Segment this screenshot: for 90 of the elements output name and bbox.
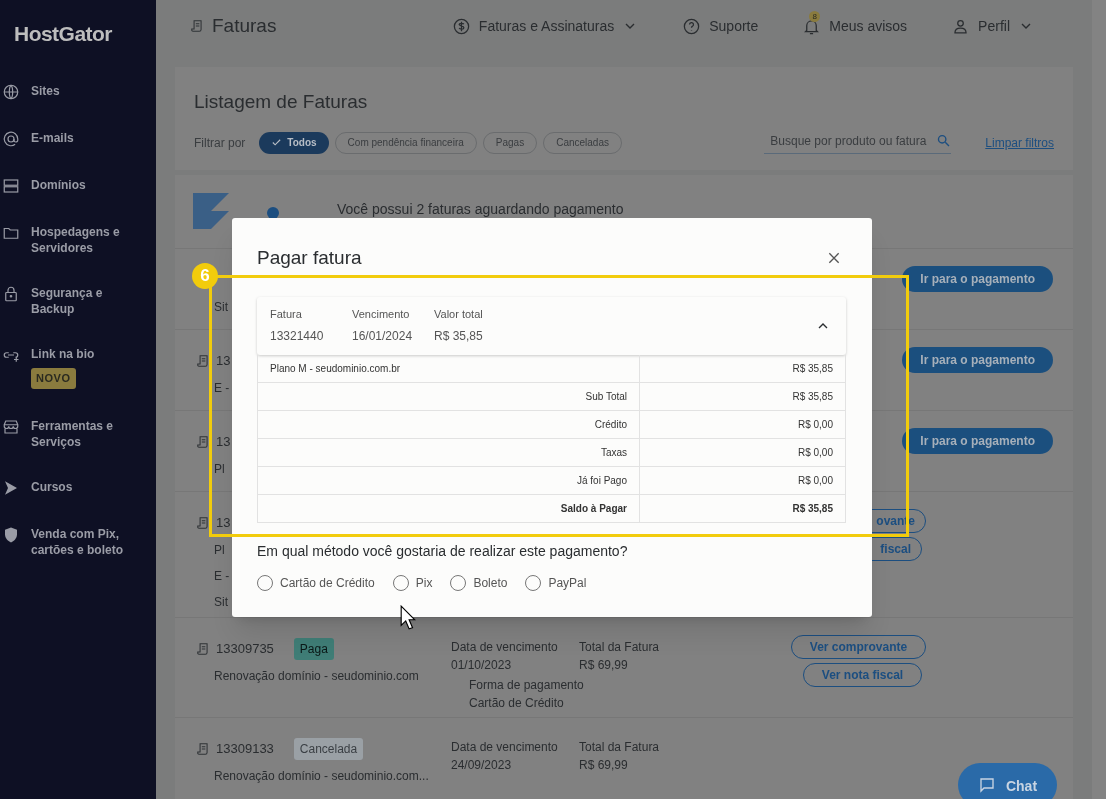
table-cell: Saldo à Pagar <box>258 494 640 522</box>
sidebar-item[interactable]: Segurança e Backup <box>31 285 139 317</box>
server-icon <box>2 177 20 195</box>
summary-label: Valor total <box>434 306 484 322</box>
receipt-icon <box>196 516 210 530</box>
new-badge: NOVO <box>31 368 76 389</box>
search-field[interactable]: Busque por produto ou fatura <box>764 131 952 154</box>
table-cell: Já foi Pago <box>258 466 640 494</box>
invoice-description: Pl <box>213 542 225 559</box>
table-cell-text: R$ 0,00 <box>796 445 834 460</box>
sidebar-item[interactable]: Ferramentas e Serviços <box>31 417 139 450</box>
help-icon <box>682 16 702 36</box>
sidebar-item[interactable]: Link na bio <box>31 346 139 362</box>
chat-icon <box>977 776 996 794</box>
notification-badge: 8 <box>809 10 821 22</box>
dialog-title: Pagar fatura <box>257 246 362 270</box>
table-cell: Crédito <box>258 410 640 438</box>
nav-item[interactable]: 8 Meus avisos <box>802 7 908 37</box>
invoice-summary[interactable]: Fatura 13321440 Vencimento 16/01/2024 Valor total R$ 35,85 <box>257 296 846 355</box>
total-label: Total da Fatura <box>579 639 661 655</box>
payment-button[interactable]: Ir para o pagamento <box>902 266 1053 292</box>
payment-method-option[interactable]: PayPal <box>525 573 587 592</box>
filter-chip[interactable]: Todos <box>259 131 329 154</box>
summary-label: Vencimento <box>352 306 411 322</box>
sidebar-item[interactable]: Cursos <box>31 478 139 495</box>
due-date: 24/09/2023 <box>451 757 513 773</box>
payment-button[interactable]: Ir para o pagamento <box>902 428 1053 454</box>
sidebar-item[interactable]: Domínios <box>31 177 139 193</box>
invoice-number: 13309735 <box>216 640 274 659</box>
total-label: Total da Fatura <box>579 739 661 755</box>
receipt-icon <box>190 19 204 33</box>
due-label: Data de vencimento <box>451 739 559 755</box>
table-cell-text: R$ 0,00 <box>796 417 834 432</box>
invoice-description: E - <box>213 380 230 397</box>
receipt-icon <box>196 354 210 368</box>
summary-label: Fatura <box>270 306 303 322</box>
table-cell-text: R$ 35,85 <box>791 501 834 516</box>
receipt-icon <box>196 435 210 449</box>
table-cell-text: R$ 35,85 <box>791 389 834 404</box>
dollar-icon <box>451 16 471 36</box>
payment-method: Cartão de Crédito <box>468 695 565 711</box>
table-cell-text: R$ 0,00 <box>796 473 834 488</box>
sidebar-item[interactable]: E-mails <box>31 130 139 146</box>
receipt-icon <box>196 642 210 656</box>
sidebar-item[interactable]: Sites <box>31 83 139 99</box>
logo-shape-icon <box>193 193 229 229</box>
status-badge: Cancelada <box>293 738 364 760</box>
invoice-number: 13 <box>216 433 231 452</box>
table-cell: Plano M - seudominio.com.br <box>258 354 640 382</box>
banner-text: Você possui 2 faturas aguardando pagamento <box>337 200 624 219</box>
table-cell: Sub Total <box>258 382 640 410</box>
summary-value: R$ 35,85 <box>434 328 484 346</box>
invoice-description: Sit <box>213 594 228 611</box>
filter-label: Filtrar por <box>194 134 246 152</box>
invoice-number: 13 <box>216 514 231 533</box>
logo[interactable]: HostGator <box>0 0 156 83</box>
payment-method-option[interactable]: Cartão de Crédito <box>257 573 375 592</box>
shield-icon <box>2 525 20 544</box>
page-title: Faturas <box>212 13 277 38</box>
lock-icon <box>2 285 20 303</box>
due-date: 01/10/2023 <box>451 657 513 673</box>
invoice-description: E - <box>213 568 230 585</box>
search-icon <box>936 133 952 148</box>
sidebar-item[interactable]: Venda com Pix, cartões e boleto <box>31 525 139 558</box>
invoice-description: Sit <box>213 299 228 316</box>
at-sign-icon <box>2 130 20 148</box>
receipt-icon <box>196 742 210 756</box>
summary-value: 16/01/2024 <box>352 328 414 346</box>
invoice-description: Renovação domínio - seudominio.com <box>213 668 419 685</box>
check-icon <box>271 137 283 148</box>
globe-icon <box>2 83 20 101</box>
payment-method-option[interactable]: Pix <box>392 573 433 592</box>
total-amount: R$ 69,99 <box>579 757 629 773</box>
payment-button[interactable]: Ir para o pagamento <box>902 347 1053 373</box>
invoice-description: Pl <box>213 461 225 478</box>
invoice-number: 13309133 <box>216 740 274 759</box>
invoice-number: 13 <box>216 352 231 371</box>
store-icon <box>2 417 20 436</box>
invoice-description: Renovação domínio - seudominio.com... <box>213 768 429 785</box>
payment-method-option[interactable]: Boleto <box>450 573 508 592</box>
table-cell: Taxas <box>258 438 640 466</box>
chat-button[interactable]: Chat <box>958 763 1057 799</box>
due-label: Data de vencimento <box>451 639 559 655</box>
total-amount: R$ 69,99 <box>579 657 629 673</box>
payment-question: Em qual método você gostaria de realizar este pagamento? <box>257 541 629 561</box>
sidebar-item[interactable]: Hospedagens e Servidores <box>31 224 139 256</box>
summary-value: 13321440 <box>270 328 325 346</box>
status-badge: Paga <box>293 638 334 660</box>
section-title: Listagem de Faturas <box>194 90 369 114</box>
table-cell-text: R$ 35,85 <box>791 361 834 376</box>
